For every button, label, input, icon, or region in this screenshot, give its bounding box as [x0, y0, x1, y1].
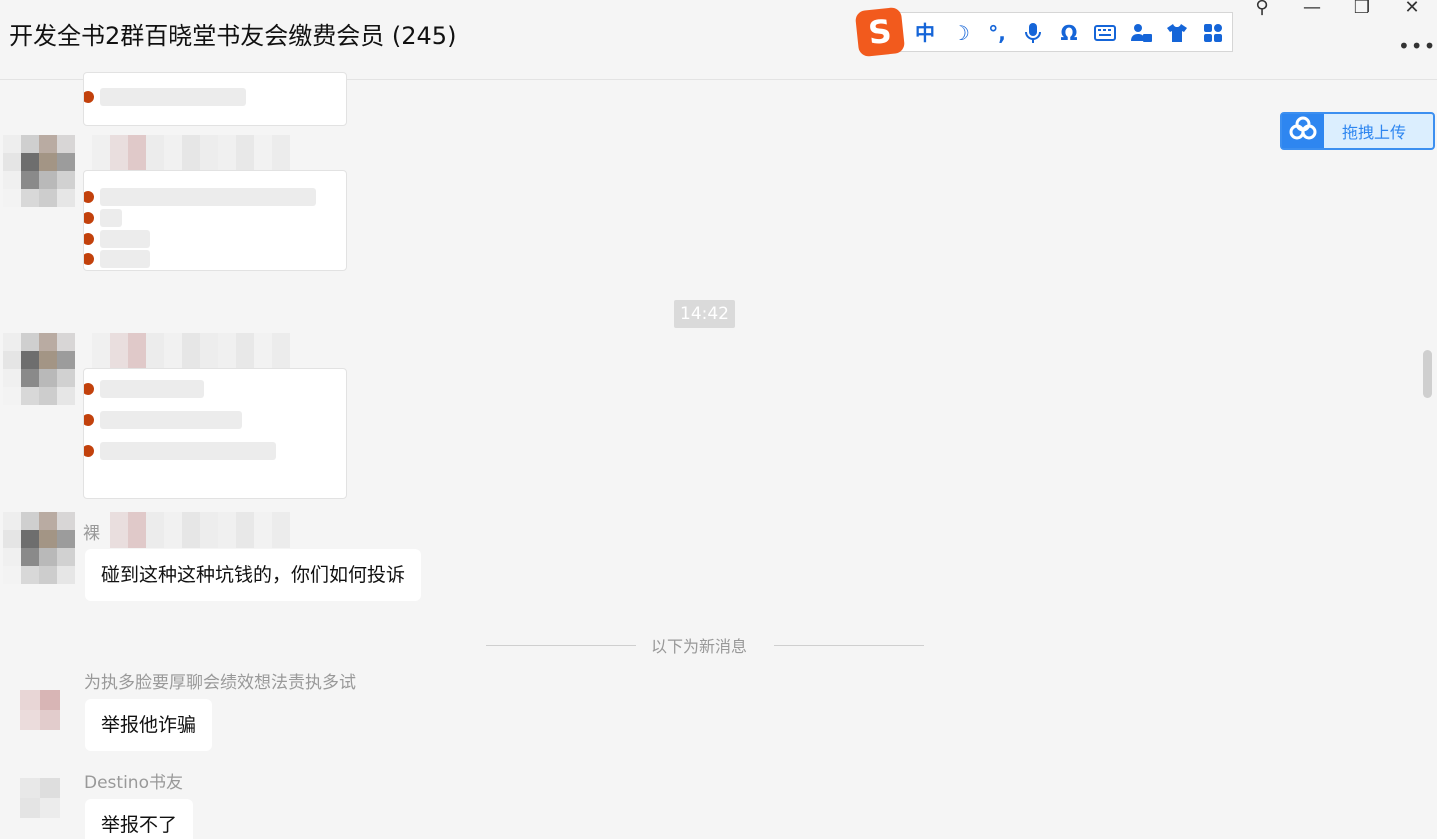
avatar[interactable] [3, 333, 75, 405]
pin-icon[interactable]: ⚲ [1247, 0, 1277, 20]
mini-chat-row [84, 188, 316, 206]
apps-icon[interactable] [1201, 21, 1225, 45]
microphone-icon[interactable] [1021, 21, 1045, 45]
close-button[interactable]: ✕ [1397, 0, 1427, 20]
divider-line [486, 645, 636, 646]
avatar[interactable] [3, 512, 75, 584]
keyboard-icon[interactable] [1093, 21, 1117, 45]
mini-chat-row [84, 411, 242, 429]
ime-toolbar: S 中 ☽ °, Ω [854, 6, 1233, 58]
sender-name-blurred [92, 135, 290, 171]
drag-upload-button[interactable]: 拖拽上传 [1280, 112, 1435, 150]
punctuation-icon[interactable]: °, [985, 21, 1009, 45]
minimize-button[interactable]: — [1297, 0, 1327, 20]
tshirt-icon[interactable] [1165, 21, 1189, 45]
more-options-button[interactable]: ••• [1398, 34, 1436, 58]
divider-line [774, 645, 924, 646]
restore-button[interactable]: ❐ [1347, 0, 1377, 20]
avatar[interactable] [3, 135, 75, 207]
new-messages-label: 以下为新消息 [651, 637, 748, 656]
mini-avatar-icon [84, 91, 94, 103]
user-card-icon[interactable] [1129, 21, 1153, 45]
text-message-bubble[interactable]: 举报不了 [85, 799, 194, 839]
text-message-bubble[interactable]: 举报他诈骗 [85, 699, 213, 751]
sender-name-blurred [92, 333, 290, 369]
avatar[interactable] [20, 690, 60, 730]
sender-name: Destino书友 [84, 773, 183, 793]
cloud-icon [1282, 114, 1324, 148]
mini-bubble [100, 88, 246, 106]
time-separator: 14:42 [674, 300, 735, 328]
moon-icon[interactable]: ☽ [949, 21, 973, 45]
upload-label: 拖拽上传 [1342, 123, 1407, 142]
chinese-mode-icon[interactable]: 中 [913, 21, 937, 45]
scrollbar-thumb[interactable] [1423, 350, 1432, 398]
omega-icon[interactable]: Ω [1057, 21, 1081, 45]
mini-chat-row [84, 380, 204, 398]
mini-chat-row [84, 250, 150, 268]
mini-chat-row [84, 209, 122, 227]
sogou-logo-icon[interactable]: S [854, 6, 906, 58]
sender-name: 为执多脸要厚聊会绩效想法责执多试 [84, 673, 356, 693]
image-message[interactable] [83, 72, 347, 126]
sender-name: 裸 [83, 524, 100, 544]
sender-name-blurred [110, 512, 290, 548]
image-message[interactable] [83, 170, 347, 271]
image-message[interactable] [83, 368, 347, 499]
chat-title: 开发全书2群百晓堂书友会缴费会员 (245) [9, 22, 457, 50]
mini-chat-row [84, 442, 276, 460]
avatar[interactable] [20, 778, 60, 818]
mini-chat-row [84, 88, 246, 106]
mini-chat-row [84, 230, 150, 248]
text-message-bubble[interactable]: 碰到这种这种坑钱的，你们如何投诉 [85, 549, 422, 601]
